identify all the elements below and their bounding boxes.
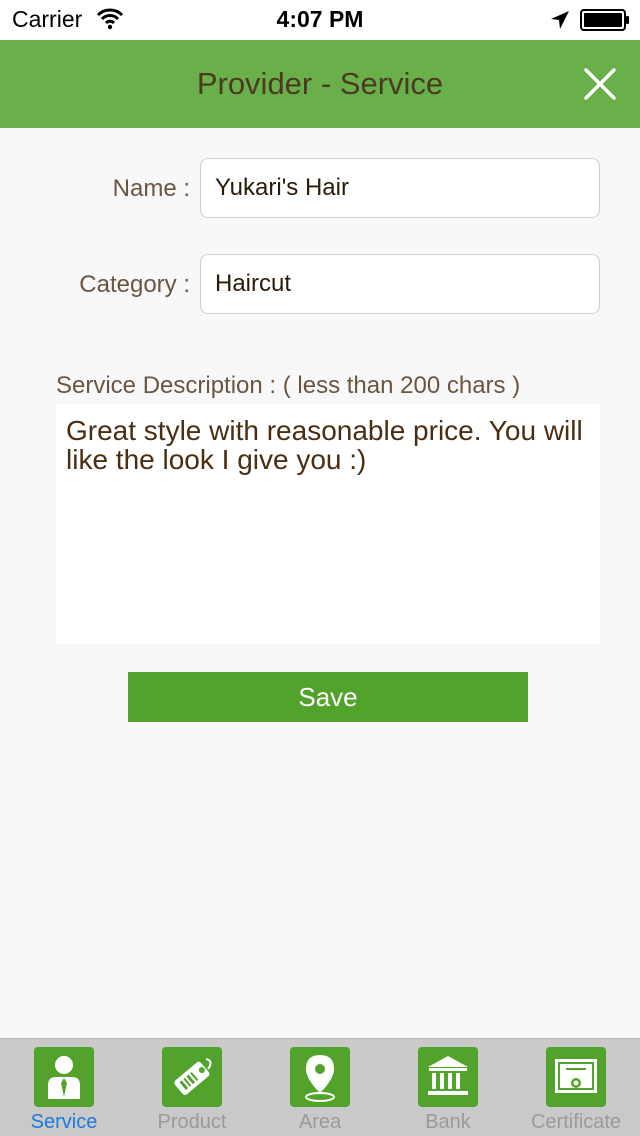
tab-service[interactable]: Service xyxy=(0,1039,128,1136)
page-title: Provider - Service xyxy=(196,66,444,101)
close-button[interactable] xyxy=(578,62,622,106)
close-icon xyxy=(584,68,616,100)
save-button[interactable]: Save xyxy=(128,672,528,722)
tab-area[interactable]: Area xyxy=(256,1039,384,1136)
name-field[interactable]: Yukari's Hair xyxy=(200,158,600,218)
description-textarea[interactable]: Great style with reasonable price. You w… xyxy=(56,404,600,644)
status-time: 4:07 PM xyxy=(276,6,364,32)
tab-product[interactable]: Product xyxy=(128,1039,256,1136)
tab-label: Certificate xyxy=(530,1111,622,1133)
tab-certificate[interactable]: Certificate xyxy=(512,1039,640,1136)
category-field[interactable]: Haircut xyxy=(200,254,600,314)
person-icon xyxy=(34,1047,94,1107)
tab-label: Bank xyxy=(425,1111,471,1133)
name-label: Name : xyxy=(112,175,190,202)
nav-bar: Provider - Service xyxy=(0,40,640,128)
tab-label: Area xyxy=(298,1111,342,1133)
bank-icon xyxy=(418,1047,478,1107)
category-label: Category : xyxy=(79,271,190,298)
tab-label: Service xyxy=(30,1111,98,1133)
status-bar: Carrier 4:07 PM xyxy=(0,0,640,40)
map-pin-icon xyxy=(290,1047,350,1107)
description-label: Service Description : ( less than 200 ch… xyxy=(56,372,521,399)
tab-label: Product xyxy=(157,1111,227,1133)
certificate-icon xyxy=(546,1047,606,1107)
tag-icon xyxy=(162,1047,222,1107)
tab-bank[interactable]: Bank xyxy=(384,1039,512,1136)
location-arrow-icon xyxy=(549,9,571,36)
tab-bar: Service Product Area Bank Certificate xyxy=(0,1038,640,1136)
battery-icon xyxy=(580,9,630,36)
